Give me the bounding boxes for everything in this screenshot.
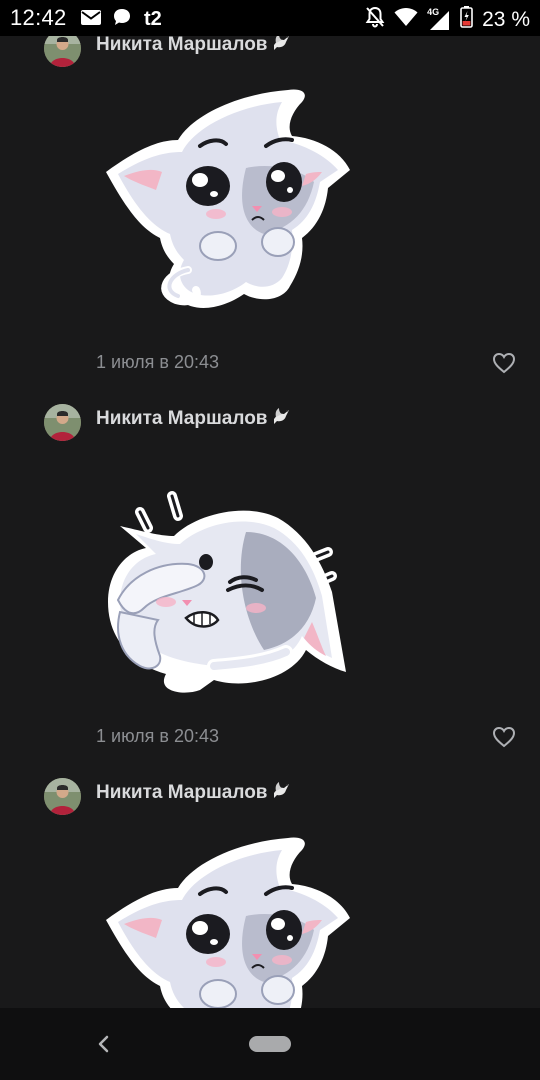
author-name[interactable]: Никита Маршалов bbox=[96, 781, 291, 805]
status-left-icons: t2 bbox=[80, 7, 162, 32]
post-date: 1 июля в 20:43 bbox=[96, 726, 220, 746]
screen: 12:42 t2 4G 23 % Никита Маршалов 1 июля … bbox=[0, 0, 540, 1080]
author-name[interactable]: Никита Маршалов bbox=[96, 407, 291, 431]
status-bar: 12:42 t2 4G 23 % bbox=[0, 0, 540, 36]
facepalm-cat-sticker[interactable] bbox=[96, 452, 360, 716]
status-right-icons: 4G 23 % bbox=[365, 6, 530, 33]
dove-icon bbox=[271, 781, 291, 805]
battery-icon bbox=[460, 6, 473, 33]
avatar[interactable] bbox=[44, 36, 81, 67]
system-nav-bar bbox=[0, 1008, 540, 1080]
heart-icon[interactable] bbox=[492, 352, 516, 374]
feed-post: Никита Маршалов bbox=[0, 748, 540, 1008]
battery-percent: 23 % bbox=[482, 7, 530, 31]
wifi-icon bbox=[394, 7, 418, 32]
mail-icon bbox=[80, 9, 102, 31]
signal-icon: 4G bbox=[427, 6, 451, 31]
avatar[interactable] bbox=[44, 778, 81, 815]
back-icon[interactable] bbox=[94, 1030, 114, 1058]
feed-post: Никита Маршалов bbox=[0, 36, 540, 420]
avatar[interactable] bbox=[44, 404, 81, 441]
feed-post: Никита Маршалов bbox=[0, 374, 540, 748]
author-name[interactable]: Никита Маршалов bbox=[96, 36, 291, 57]
dove-icon bbox=[271, 407, 291, 431]
heart-icon[interactable] bbox=[492, 726, 516, 748]
carrier-label: t2 bbox=[144, 8, 162, 30]
home-pill-icon[interactable] bbox=[249, 1036, 291, 1052]
post-date: 1 июля в 20:43 bbox=[96, 352, 220, 372]
chat-bubble-icon bbox=[112, 7, 132, 32]
sticker-feed[interactable]: Никита Маршалов 1 июля в 20:43 Никита Ма… bbox=[0, 36, 540, 1008]
sad-cat-sticker[interactable] bbox=[96, 826, 360, 1008]
status-time: 12:42 bbox=[10, 5, 67, 30]
network-type-label: 4G bbox=[427, 6, 440, 17]
mute-icon bbox=[365, 6, 385, 33]
sad-cat-sticker[interactable] bbox=[96, 78, 360, 342]
dove-icon bbox=[271, 36, 291, 57]
